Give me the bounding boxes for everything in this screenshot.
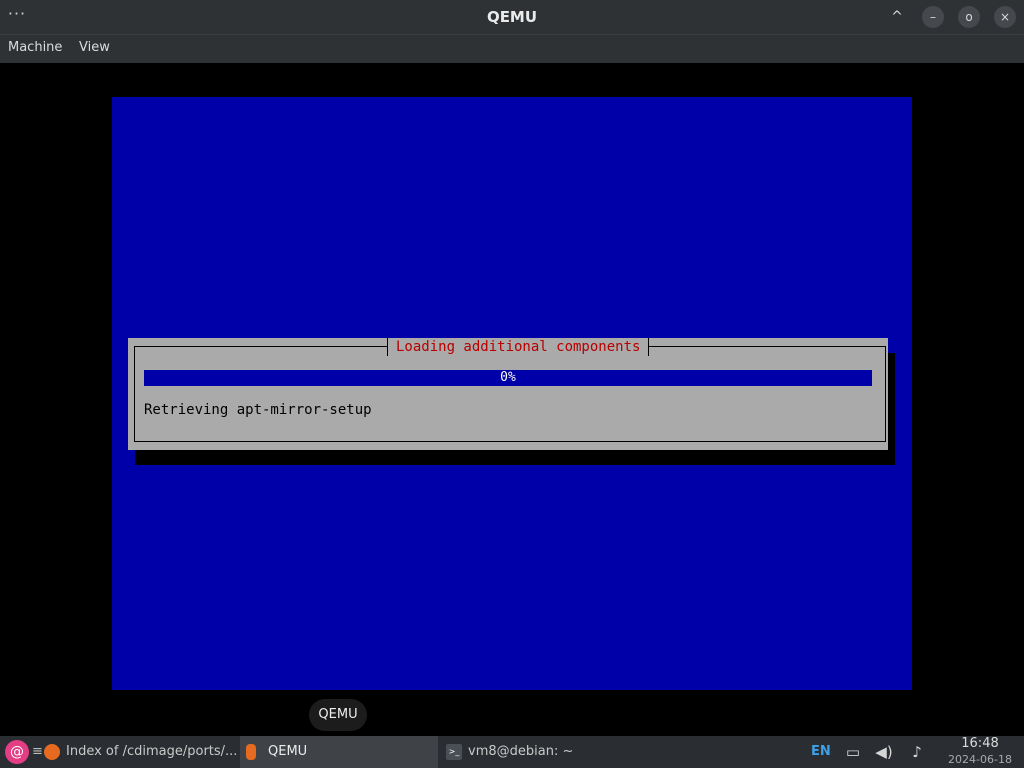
taskbar-item-terminal[interactable]: >_ vm8@debian: ~ bbox=[440, 736, 640, 768]
terminal-icon: >_ bbox=[446, 744, 462, 760]
progress-bar: 0% bbox=[144, 370, 872, 386]
qemu-icon bbox=[246, 744, 256, 760]
close-button[interactable]: × bbox=[994, 6, 1016, 28]
progress-label: 0% bbox=[500, 370, 516, 385]
notification-bell-icon[interactable]: ♪ bbox=[907, 742, 927, 762]
window-title: QEMU bbox=[486, 8, 538, 26]
firefox-icon bbox=[44, 744, 60, 760]
restore-button[interactable]: o bbox=[958, 6, 980, 28]
installer-dialog: Loading additional components 0% Retriev… bbox=[128, 338, 888, 450]
taskbar-item-label: Index of /cdimage/ports/... bbox=[66, 744, 238, 759]
clock-time: 16:48 bbox=[961, 736, 999, 751]
clock-date: 2024-06-18 bbox=[948, 753, 1012, 766]
taskbar-item-label: vm8@debian: ~ bbox=[468, 744, 574, 759]
clock[interactable]: 16:48 2024-06-18 bbox=[940, 736, 1020, 768]
network-icon[interactable]: ▭ bbox=[843, 742, 863, 762]
menu-machine[interactable]: Machine bbox=[8, 35, 62, 62]
dialog-title: Loading additional components bbox=[387, 338, 650, 356]
status-text: Retrieving apt-mirror-setup bbox=[144, 402, 372, 418]
dialog-frame: Loading additional components bbox=[134, 338, 886, 442]
taskbar-item-label: QEMU bbox=[268, 744, 308, 759]
volume-icon[interactable]: ◀) bbox=[874, 742, 894, 762]
taskbar-item-firefox[interactable]: Index of /cdimage/ports/... bbox=[38, 736, 238, 768]
menubar: Machine View bbox=[0, 34, 1024, 63]
desktop-screen: ··· QEMU ^ – o × Machine View Loading ad… bbox=[0, 0, 1024, 768]
menu-view[interactable]: View bbox=[79, 35, 110, 62]
minimize-button[interactable]: – bbox=[922, 6, 944, 28]
window-titlebar[interactable]: ··· QEMU ^ – o × bbox=[0, 0, 1024, 34]
taskbar: @ ≡ Index of /cdimage/ports/... QEMU >_ … bbox=[0, 736, 1024, 768]
keyboard-layout-indicator[interactable]: EN bbox=[811, 736, 831, 768]
collapse-icon[interactable]: ^ bbox=[886, 6, 908, 28]
tooltip: QEMU bbox=[309, 699, 367, 731]
debian-swirl-icon[interactable]: @ bbox=[5, 740, 29, 764]
taskbar-item-qemu[interactable]: QEMU bbox=[240, 736, 438, 768]
